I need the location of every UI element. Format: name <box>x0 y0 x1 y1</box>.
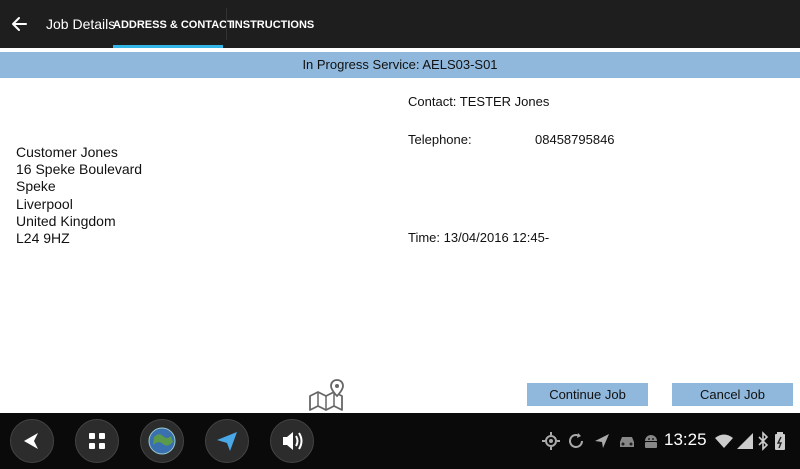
service-status-banner: In Progress Service: AELS03-S01 <box>0 52 800 78</box>
customer-address: Customer Jones 16 Speke Boulevard Speke … <box>16 144 142 247</box>
address-line: United Kingdom <box>16 212 116 229</box>
signal-icon <box>735 431 755 451</box>
back-icon[interactable] <box>10 419 54 463</box>
telephone-label: Telephone: <box>408 132 472 147</box>
telephone-value: 08458795846 <box>535 132 615 147</box>
battery-icon <box>773 431 787 451</box>
page-title: Job Details <box>46 16 116 32</box>
continue-job-button[interactable]: Continue Job <box>527 383 648 406</box>
tab-address-contact[interactable]: ADDRESS & CONTACT <box>113 0 234 48</box>
app-bar: Job Details ADDRESS & CONTACT INSTRUCTIO… <box>0 0 800 48</box>
location-arrow-icon <box>592 431 612 451</box>
android-icon <box>641 431 661 451</box>
navigation-arrow-icon[interactable] <box>205 419 249 463</box>
map-pin-icon[interactable] <box>306 378 346 412</box>
car-icon <box>617 431 637 451</box>
bluetooth-icon <box>757 431 769 451</box>
system-nav-bar: 13:25 <box>0 413 800 469</box>
address-line: Liverpool <box>16 195 73 212</box>
wifi-icon <box>714 431 734 451</box>
address-line: Speke <box>16 178 56 195</box>
tab-divider <box>226 8 227 40</box>
volume-icon[interactable] <box>270 419 314 463</box>
contact-name: Contact: TESTER Jones <box>408 94 550 109</box>
address-line: 16 Speke Boulevard <box>16 161 143 178</box>
address-line: Customer Jones <box>16 144 118 160</box>
address-line: L24 9HZ <box>16 230 70 247</box>
globe-icon[interactable] <box>140 419 184 463</box>
status-clock: 13:25 <box>664 430 707 449</box>
gps-icon <box>541 431 561 451</box>
cancel-job-button[interactable]: Cancel Job <box>672 383 793 406</box>
apps-grid-icon[interactable] <box>75 419 119 463</box>
tab-instructions[interactable]: INSTRUCTIONS <box>228 0 318 48</box>
appointment-time: Time: 13/04/2016 12:45- <box>408 230 550 245</box>
sync-icon <box>566 431 586 451</box>
back-arrow-icon[interactable] <box>8 10 38 38</box>
